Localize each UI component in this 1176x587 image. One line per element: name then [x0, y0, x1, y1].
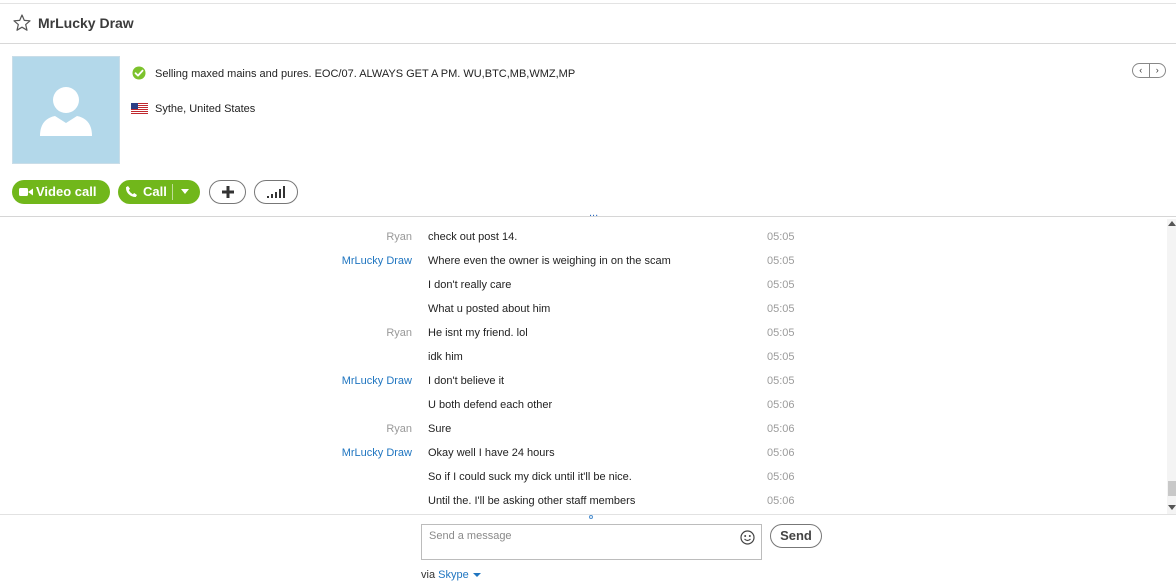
header-top-divider [0, 3, 1176, 4]
composer-divider [0, 514, 1176, 515]
message-time: 05:06 [767, 447, 795, 459]
message-row: So if I could suck my dick until it'll b… [0, 465, 1176, 489]
message-row: MrLucky Draw Where even the owner is wei… [0, 249, 1176, 273]
message-time: 05:05 [767, 279, 795, 291]
splitter-handle[interactable] [589, 515, 593, 519]
chevron-down-icon[interactable] [472, 573, 481, 578]
message-row: I don't really care 05:05 [0, 273, 1176, 297]
header-divider [0, 43, 1176, 44]
us-flag-icon [131, 103, 148, 114]
message-time: 05:05 [767, 327, 795, 339]
message-time: 05:05 [767, 375, 795, 387]
message-sender[interactable]: MrLucky Draw [342, 375, 412, 387]
message-text: He isnt my friend. lol [428, 327, 528, 339]
message-sender[interactable]: Ryan [386, 231, 412, 243]
conversation-top-divider [0, 216, 1176, 217]
via-prefix: via [421, 569, 436, 581]
video-camera-icon [19, 188, 33, 196]
message-time: 05:05 [767, 303, 795, 315]
message-row: idk him 05:05 [0, 345, 1176, 369]
contact-name-title: MrLucky Draw [38, 15, 134, 31]
chat-scrollbar[interactable] [1167, 219, 1176, 514]
contact-location: Sythe, United States [155, 103, 256, 115]
call-dropdown-chevron-icon[interactable] [181, 189, 189, 194]
phone-icon [125, 186, 137, 197]
message-text: Okay well I have 24 hours [428, 447, 555, 459]
scroll-down-arrow-icon[interactable] [1168, 505, 1176, 510]
message-text: I don't really care [428, 279, 512, 291]
video-call-label: Video call [36, 184, 97, 199]
message-text: idk him [428, 351, 463, 363]
favorite-star-icon[interactable] [12, 13, 32, 33]
message-time: 05:06 [767, 471, 795, 483]
emoticon-smiley-icon[interactable] [740, 530, 755, 545]
load-more-history-indicator[interactable]: ... [589, 207, 598, 219]
add-to-conversation-button[interactable] [209, 180, 246, 204]
message-row: What u posted about him 05:05 [0, 297, 1176, 321]
scrollbar-thumb[interactable] [1168, 481, 1176, 496]
message-sender[interactable]: MrLucky Draw [342, 255, 412, 267]
message-sender[interactable]: Ryan [386, 327, 412, 339]
message-sender[interactable]: MrLucky Draw [342, 447, 412, 459]
message-text: U both defend each other [428, 399, 553, 411]
message-sender[interactable]: Ryan [386, 423, 412, 435]
scroll-up-arrow-icon[interactable] [1168, 221, 1176, 226]
message-text: So if I could suck my dick until it'll b… [428, 471, 632, 483]
message-text: check out post 14. [428, 231, 518, 243]
message-text: Until the. I'll be asking other staff me… [428, 495, 636, 507]
plus-icon [222, 186, 234, 198]
message-time: 05:05 [767, 231, 795, 243]
mood-message: Selling maxed mains and pures. EOC/07. A… [155, 68, 576, 80]
message-time: 05:06 [767, 495, 795, 507]
profile-next-button[interactable]: › [1150, 64, 1166, 77]
message-time: 05:06 [767, 399, 795, 411]
message-row: U both defend each other 05:06 [0, 393, 1176, 417]
message-time: 05:06 [767, 423, 795, 435]
message-text: Where even the owner is weighing in on t… [428, 255, 671, 267]
via-service-name[interactable]: Skype [438, 569, 469, 581]
send-button[interactable]: Send [770, 524, 822, 548]
avatar[interactable] [12, 56, 120, 164]
call-button-divider [172, 184, 173, 200]
message-text: What u posted about him [428, 303, 551, 315]
signal-bars-icon [267, 186, 285, 198]
profile-pager: ‹ › [1132, 63, 1166, 78]
default-avatar-icon [40, 87, 92, 136]
via-service-selector[interactable]: via Skype [421, 569, 481, 581]
call-quality-button[interactable] [254, 180, 298, 204]
message-text: I don't believe it [428, 375, 505, 387]
message-time: 05:05 [767, 255, 795, 267]
video-call-button[interactable]: Video call [12, 180, 110, 204]
message-input-placeholder[interactable]: Send a message [429, 530, 512, 542]
message-row: MrLucky Draw Okay well I have 24 hours 0… [0, 441, 1176, 465]
message-row: Ryan check out post 14. 05:05 [0, 225, 1176, 249]
profile-prev-button[interactable]: ‹ [1133, 64, 1150, 77]
call-label: Call [143, 184, 167, 199]
skype-online-status-icon [132, 66, 146, 80]
message-row: Ryan He isnt my friend. lol 05:05 [0, 321, 1176, 345]
message-row: Until the. I'll be asking other staff me… [0, 489, 1176, 513]
message-time: 05:05 [767, 351, 795, 363]
message-text: Sure [428, 423, 452, 435]
message-row: Ryan Sure 05:06 [0, 417, 1176, 441]
message-row: MrLucky Draw I don't believe it 05:05 [0, 369, 1176, 393]
